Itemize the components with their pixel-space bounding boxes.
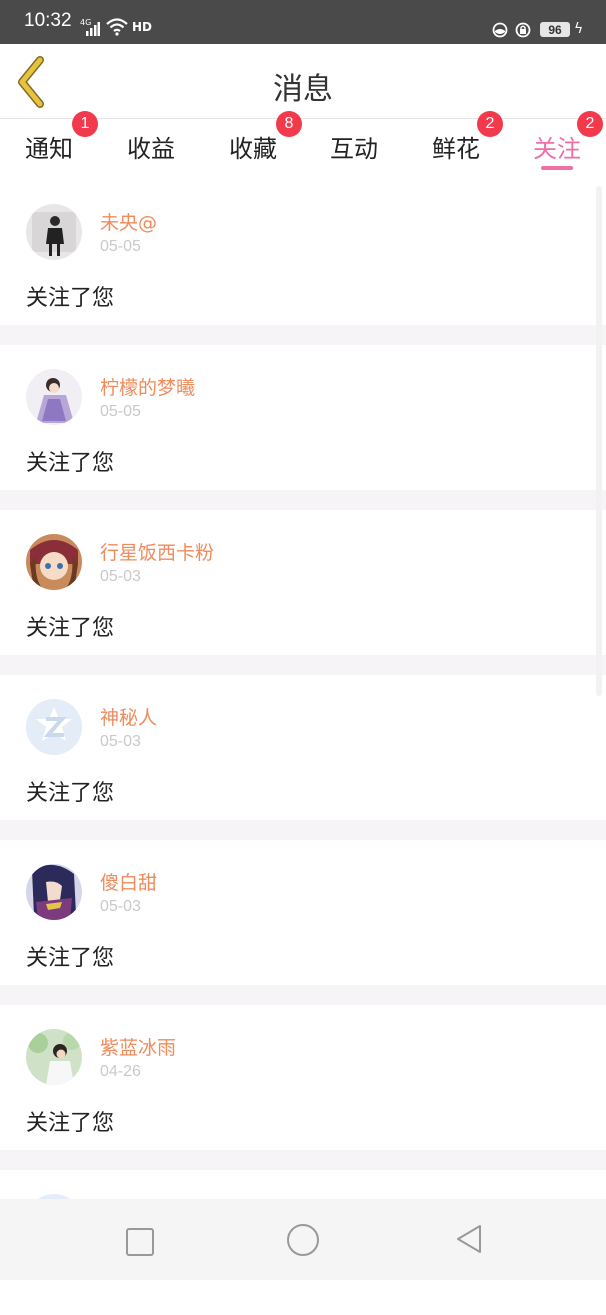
tab-flowers[interactable]: 鲜花 <box>432 129 480 164</box>
list-item[interactable]: 柠檬的梦曦 05-05 关注了您 <box>0 345 606 490</box>
recent-apps-button[interactable] <box>126 1228 154 1256</box>
tab-bar: 通知 1 收益 收藏 8 互动 鲜花 2 关注 2 <box>0 111 606 179</box>
follow-date: 05-05 <box>100 403 141 420</box>
tab-notifications[interactable]: 通知 <box>25 129 73 164</box>
follow-message: 关注了您 <box>26 286 115 311</box>
tab-earnings[interactable]: 收益 <box>127 129 175 164</box>
tab-notifications-badge: 1 <box>72 111 98 137</box>
lock-rotation-icon <box>515 22 531 38</box>
divider <box>0 1150 606 1170</box>
list-item[interactable]: 紫蓝冰雨 04-26 关注了您 <box>0 1005 606 1150</box>
back-triangle-icon[interactable] <box>454 1223 484 1255</box>
follow-list: 未央@ 05-05 关注了您 柠檬的梦曦 05-05 关注了您 行星饭西卡粉 0… <box>0 180 606 1315</box>
avatar[interactable] <box>26 369 82 425</box>
list-item[interactable]: 神秘人 05-03 关注了您 <box>0 675 606 820</box>
divider <box>0 655 606 675</box>
follow-date: 04-26 <box>100 1063 141 1080</box>
battery-level: 96 <box>540 22 570 37</box>
follow-message: 关注了您 <box>26 946 115 971</box>
divider <box>0 820 606 840</box>
follow-message: 关注了您 <box>26 1111 115 1136</box>
tab-favorites[interactable]: 收藏 <box>229 129 277 164</box>
follow-message: 关注了您 <box>26 616 115 641</box>
avatar[interactable] <box>26 699 82 755</box>
system-nav-bar <box>0 1199 606 1280</box>
status-time: 10:32 <box>24 10 72 31</box>
divider <box>0 985 606 1005</box>
follower-name[interactable]: 柠檬的梦曦 <box>100 373 195 400</box>
follow-date: 05-03 <box>100 733 141 750</box>
follower-name[interactable]: 行星饭西卡粉 <box>100 538 214 565</box>
avatar[interactable] <box>26 1029 82 1085</box>
charging-icon: ϟ <box>574 21 584 37</box>
follow-message: 关注了您 <box>26 451 115 476</box>
follower-name[interactable]: 神秘人 <box>100 703 157 730</box>
wifi-icon <box>106 18 128 36</box>
divider <box>0 325 606 345</box>
tab-following[interactable]: 关注 <box>533 129 581 164</box>
list-item[interactable]: 行星饭西卡粉 05-03 关注了您 <box>0 510 606 655</box>
active-tab-indicator <box>541 166 573 170</box>
follower-name[interactable]: 未央@ <box>100 208 157 235</box>
divider <box>0 490 606 510</box>
list-item[interactable]: 傻白甜 05-03 关注了您 <box>0 840 606 985</box>
tab-favorites-badge: 8 <box>276 111 302 137</box>
follower-name[interactable]: 紫蓝冰雨 <box>100 1033 176 1060</box>
header-bar: 消息 <box>0 44 606 119</box>
status-bar: 10:32 4G HD 96 ϟ <box>0 0 606 44</box>
follow-date: 05-03 <box>100 898 141 915</box>
home-button[interactable] <box>287 1224 319 1256</box>
page-title: 消息 <box>273 72 333 107</box>
avatar[interactable] <box>26 864 82 920</box>
tab-interactions[interactable]: 互动 <box>330 129 378 164</box>
signal-icon <box>86 22 100 36</box>
follow-date: 05-03 <box>100 568 141 585</box>
follow-date: 05-05 <box>100 238 141 255</box>
hd-indicator: HD <box>132 20 153 34</box>
follow-message: 关注了您 <box>26 781 115 806</box>
tab-flowers-badge: 2 <box>477 111 503 137</box>
data-saver-icon <box>492 22 508 38</box>
scrollbar[interactable] <box>596 186 602 696</box>
tab-following-badge: 2 <box>577 111 603 137</box>
avatar[interactable] <box>26 534 82 590</box>
avatar[interactable] <box>26 204 82 260</box>
follower-name[interactable]: 傻白甜 <box>100 868 157 895</box>
list-item[interactable]: 未央@ 05-05 关注了您 <box>0 180 606 325</box>
